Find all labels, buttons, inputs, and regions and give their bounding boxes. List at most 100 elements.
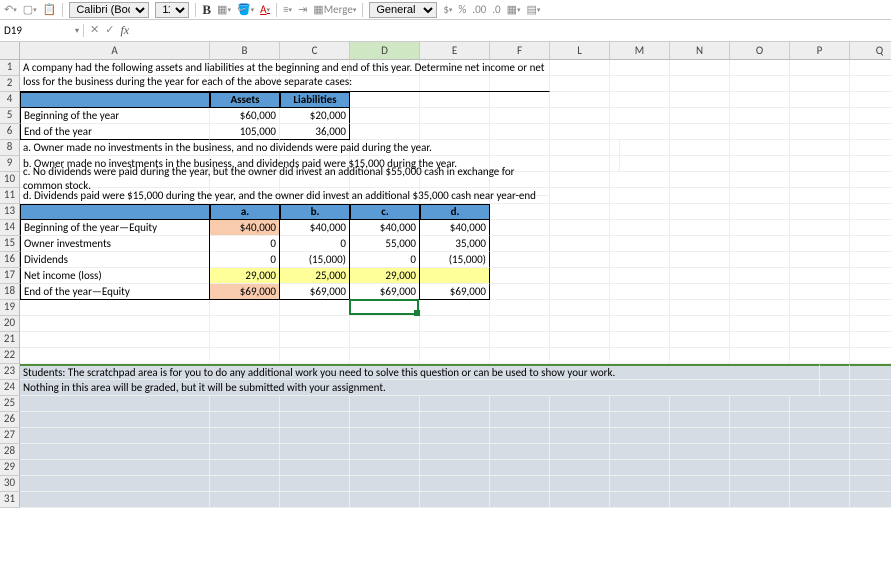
cell[interactable] bbox=[730, 108, 790, 124]
cell[interactable] bbox=[350, 92, 420, 108]
name-box[interactable]: D19▾ bbox=[0, 24, 84, 37]
cell[interactable] bbox=[210, 316, 280, 332]
cell[interactable] bbox=[670, 92, 730, 108]
cell[interactable] bbox=[790, 188, 850, 204]
column-header[interactable]: O bbox=[730, 42, 790, 60]
col-d[interactable]: d. bbox=[420, 204, 490, 220]
cell[interactable] bbox=[420, 444, 490, 460]
cell[interactable] bbox=[850, 268, 891, 284]
cell[interactable] bbox=[790, 76, 850, 92]
cell[interactable] bbox=[280, 396, 350, 412]
val[interactable]: 35,000 bbox=[420, 236, 490, 252]
cell[interactable] bbox=[730, 492, 790, 508]
cell[interactable] bbox=[210, 460, 280, 476]
cell[interactable] bbox=[850, 220, 891, 236]
fx-icon[interactable]: fx bbox=[120, 23, 129, 38]
cell[interactable] bbox=[730, 60, 790, 76]
cell[interactable] bbox=[790, 396, 850, 412]
cell[interactable] bbox=[670, 316, 730, 332]
spreadsheet-grid[interactable]: ABCDEFLMNOPQR 12456891011131415161718192… bbox=[0, 42, 891, 575]
cell[interactable] bbox=[490, 460, 550, 476]
cell[interactable] bbox=[670, 332, 730, 348]
cell[interactable] bbox=[490, 300, 550, 316]
row-header[interactable]: 15 bbox=[0, 236, 20, 252]
column-header[interactable]: Q bbox=[850, 42, 891, 60]
cell[interactable] bbox=[280, 444, 350, 460]
cell[interactable] bbox=[850, 380, 891, 396]
cell[interactable] bbox=[550, 124, 610, 140]
cell[interactable] bbox=[420, 460, 490, 476]
row-header[interactable]: 5 bbox=[0, 108, 20, 124]
cell[interactable] bbox=[490, 252, 550, 268]
cell[interactable] bbox=[550, 92, 610, 108]
val[interactable]: (15,000) bbox=[280, 252, 350, 268]
cell[interactable] bbox=[210, 428, 280, 444]
cell[interactable] bbox=[610, 396, 670, 412]
cell[interactable] bbox=[610, 108, 670, 124]
cell[interactable] bbox=[490, 412, 550, 428]
cell[interactable] bbox=[420, 316, 490, 332]
cell[interactable] bbox=[280, 316, 350, 332]
cell[interactable] bbox=[420, 348, 490, 364]
decrease-decimal-icon[interactable]: .00 bbox=[472, 3, 486, 16]
column-header[interactable]: B bbox=[210, 42, 280, 60]
cell[interactable] bbox=[550, 284, 610, 300]
cell[interactable] bbox=[790, 332, 850, 348]
row-header[interactable]: 1 bbox=[0, 60, 20, 76]
cell[interactable] bbox=[610, 220, 670, 236]
cell[interactable] bbox=[670, 236, 730, 252]
cell[interactable] bbox=[550, 460, 610, 476]
cell[interactable] bbox=[670, 60, 730, 76]
column-header[interactable]: L bbox=[550, 42, 610, 60]
cell[interactable] bbox=[670, 476, 730, 492]
row-header[interactable]: 2 bbox=[0, 76, 20, 92]
cell[interactable] bbox=[670, 108, 730, 124]
cell[interactable] bbox=[420, 412, 490, 428]
cell[interactable] bbox=[350, 124, 420, 140]
cell[interactable] bbox=[730, 460, 790, 476]
val[interactable]: $69,000 bbox=[350, 284, 420, 300]
column-header[interactable]: P bbox=[790, 42, 850, 60]
cell[interactable] bbox=[610, 268, 670, 284]
cell[interactable] bbox=[730, 92, 790, 108]
cell[interactable] bbox=[730, 252, 790, 268]
cell[interactable] bbox=[850, 460, 891, 476]
cell[interactable] bbox=[350, 492, 420, 508]
row-header[interactable]: 4 bbox=[0, 92, 20, 108]
cell[interactable] bbox=[850, 364, 891, 380]
cell[interactable] bbox=[850, 316, 891, 332]
cell[interactable] bbox=[730, 156, 790, 172]
scratchpad-note-1[interactable]: Students: The scratchpad area is for you… bbox=[20, 364, 820, 380]
cell[interactable] bbox=[20, 316, 210, 332]
cell[interactable] bbox=[730, 476, 790, 492]
val[interactable]: (15,000) bbox=[420, 252, 490, 268]
cell[interactable] bbox=[850, 124, 891, 140]
currency-icon[interactable]: $▾ bbox=[443, 3, 452, 16]
cell[interactable] bbox=[670, 492, 730, 508]
cell[interactable] bbox=[790, 284, 850, 300]
cell[interactable] bbox=[490, 492, 550, 508]
cell[interactable] bbox=[610, 92, 670, 108]
cell[interactable] bbox=[790, 204, 850, 220]
val[interactable]: $69,000 bbox=[420, 284, 490, 300]
cell[interactable] bbox=[280, 300, 350, 316]
cell[interactable] bbox=[550, 412, 610, 428]
cell[interactable] bbox=[670, 140, 730, 156]
val[interactable]: 36,000 bbox=[280, 124, 350, 140]
cell[interactable] bbox=[730, 300, 790, 316]
row-header[interactable]: 29 bbox=[0, 460, 20, 476]
row-header[interactable]: 6 bbox=[0, 124, 20, 140]
cell[interactable] bbox=[790, 172, 850, 188]
cell[interactable] bbox=[670, 412, 730, 428]
cell[interactable] bbox=[20, 396, 210, 412]
label-beginning-year[interactable]: Beginning of the year bbox=[20, 108, 210, 124]
cell[interactable] bbox=[610, 236, 670, 252]
row-header[interactable]: 26 bbox=[0, 412, 20, 428]
cell[interactable] bbox=[550, 204, 610, 220]
cell[interactable] bbox=[210, 396, 280, 412]
cell[interactable] bbox=[610, 316, 670, 332]
cell[interactable] bbox=[420, 124, 490, 140]
indent-icon[interactable]: ⇥ bbox=[298, 3, 307, 16]
cell[interactable] bbox=[790, 156, 850, 172]
val[interactable]: $40,000 bbox=[350, 220, 420, 236]
